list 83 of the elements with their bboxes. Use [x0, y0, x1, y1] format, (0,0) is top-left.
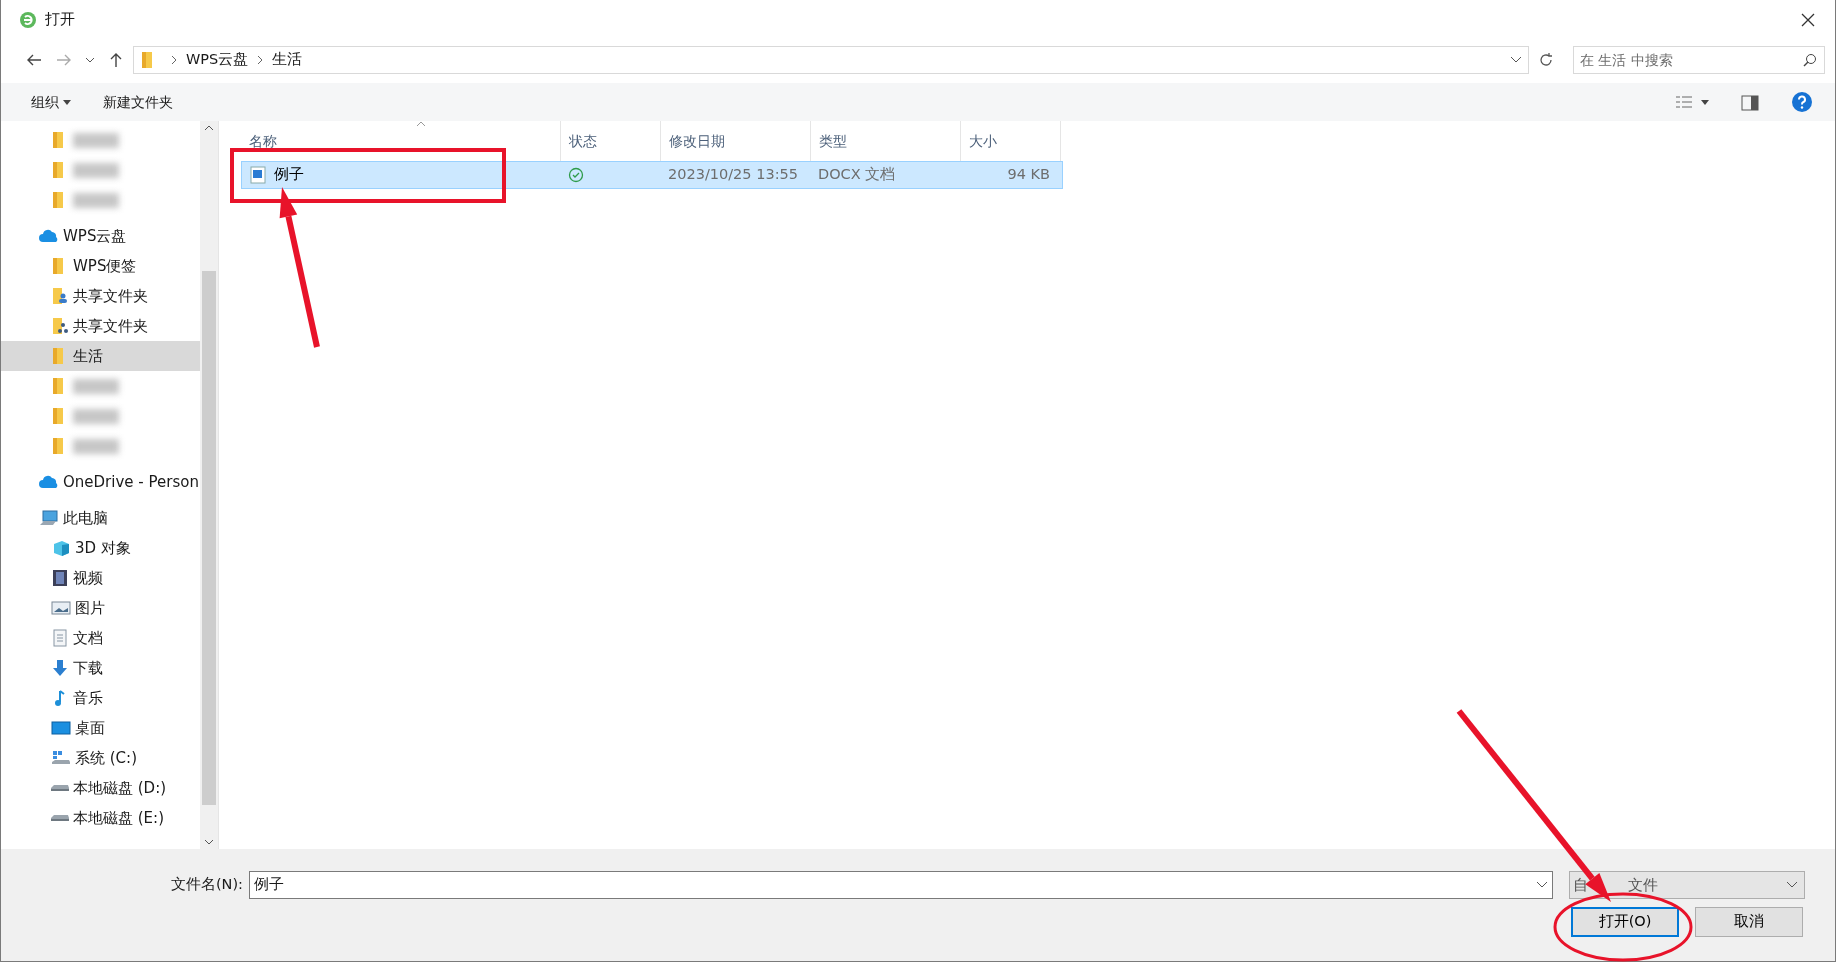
table-cell-text: DOCX 文档 — [817, 165, 897, 185]
folder-icon — [51, 257, 65, 275]
dropdown-icon — [1536, 880, 1548, 889]
sidebar-item[interactable]: 本地磁盘 (D:) — [1, 773, 201, 803]
folder-icon — [51, 161, 65, 179]
folder-icon — [51, 407, 65, 425]
word-file-icon — [250, 166, 266, 184]
scroll-down-icon — [204, 838, 215, 845]
sidebar-item[interactable]: 图片 — [1, 593, 201, 623]
folder-icon — [51, 437, 65, 455]
download-icon — [51, 659, 69, 677]
filename-field[interactable]: 例子 — [249, 870, 1553, 899]
picture-icon — [51, 600, 71, 616]
computer-icon — [39, 510, 59, 526]
search-field[interactable]: 在 生活 中搜索 — [1573, 45, 1825, 74]
sidebar-item[interactable]: 文档 — [1, 623, 201, 653]
sidebar-item[interactable]: WPS云盘 — [1, 221, 201, 251]
window-title: 打开 — [45, 9, 75, 29]
shared-folder-icon — [51, 287, 69, 305]
sidebar-item[interactable]: OneDrive - Person — [1, 467, 201, 497]
breadcrumb[interactable]: WPS云盘 — [186, 48, 249, 71]
dropdown-text: 自 — [1573, 877, 1588, 892]
sidebar-item[interactable]: 3D 对象 — [1, 533, 201, 563]
sidebar-item[interactable]: 桌面 — [1, 713, 201, 743]
scroll-up-icon — [204, 125, 215, 131]
shared-folder-icon — [51, 317, 69, 335]
search-icon — [1803, 52, 1817, 67]
cube-icon — [51, 539, 71, 557]
forward-arrow-icon — [56, 53, 72, 67]
caret-icon — [63, 99, 71, 105]
file-row[interactable]: 例子 2023/10/25 13:55 DOCX 文档 94 KB — [241, 161, 1063, 189]
table-cell-text: 94 KB — [1006, 165, 1051, 185]
close-icon — [1801, 13, 1815, 28]
preview-pane-icon — [1741, 94, 1759, 111]
open-button[interactable]: 打开(O) — [1571, 906, 1679, 937]
cloud-icon — [39, 229, 59, 243]
sidebar-item[interactable]: 生活 — [1, 341, 201, 371]
table-cell-text: 2023/10/25 13:55 — [667, 165, 799, 185]
folder-icon — [51, 347, 65, 365]
cloud-icon — [39, 475, 59, 489]
dropdown-text: 文件 — [1628, 877, 1658, 892]
sidebar-item[interactable]: 共享文件夹 — [1, 281, 201, 311]
app-logo-icon — [19, 10, 37, 29]
chevron-icon — [256, 54, 265, 65]
sidebar-item[interactable]: 视频 — [1, 563, 201, 593]
organize-menu[interactable]: 组织 — [23, 89, 79, 115]
drive-icon — [51, 815, 69, 821]
list-view-icon — [1675, 95, 1693, 110]
scroll-thumb[interactable] — [202, 271, 216, 805]
breadcrumb[interactable]: 生活 — [272, 48, 303, 71]
folder-icon — [51, 377, 65, 395]
film-icon — [51, 569, 69, 587]
document-icon — [51, 629, 69, 647]
sidebar-item[interactable]: 音乐 — [1, 683, 201, 713]
drive-icon — [51, 785, 69, 791]
help-icon — [1791, 91, 1813, 114]
chevron-icon — [170, 54, 178, 65]
sidebar-item[interactable]: 共享文件夹 — [1, 311, 201, 341]
dropdown-icon — [1510, 56, 1522, 64]
sidebar-item[interactable]: WPS便签 — [1, 251, 201, 281]
sort-icon — [416, 121, 426, 127]
file-name: 例子 — [274, 165, 304, 185]
caret-icon — [1701, 99, 1709, 105]
desktop-icon — [51, 720, 71, 736]
filename-label: 文件名(N): — [169, 874, 244, 894]
refresh-icon — [1538, 52, 1554, 68]
caret-icon — [85, 57, 95, 63]
up-arrow-icon — [109, 52, 123, 68]
address-bar[interactable]: WPS云盘 生活 — [133, 45, 1529, 74]
dropdown-icon — [1786, 880, 1798, 889]
sidebar-item[interactable]: 下载 — [1, 653, 201, 683]
cancel-button[interactable]: 取消 — [1695, 906, 1803, 937]
sidebar-item[interactable]: 此电脑 — [1, 503, 201, 533]
sidebar-item[interactable]: 本地磁盘 (E:) — [1, 803, 201, 833]
scrollbar[interactable] — [200, 121, 218, 849]
drive-icon — [51, 750, 71, 766]
file-type-dropdown[interactable]: 自 文件 — [1569, 870, 1805, 899]
folder-icon — [140, 50, 154, 69]
sidebar-item[interactable]: 系统 (C:) — [1, 743, 201, 773]
new-folder-button[interactable]: 新建文件夹 — [95, 89, 181, 115]
folder-icon — [51, 191, 65, 209]
back-arrow-icon — [26, 53, 42, 67]
folder-icon — [51, 131, 65, 149]
